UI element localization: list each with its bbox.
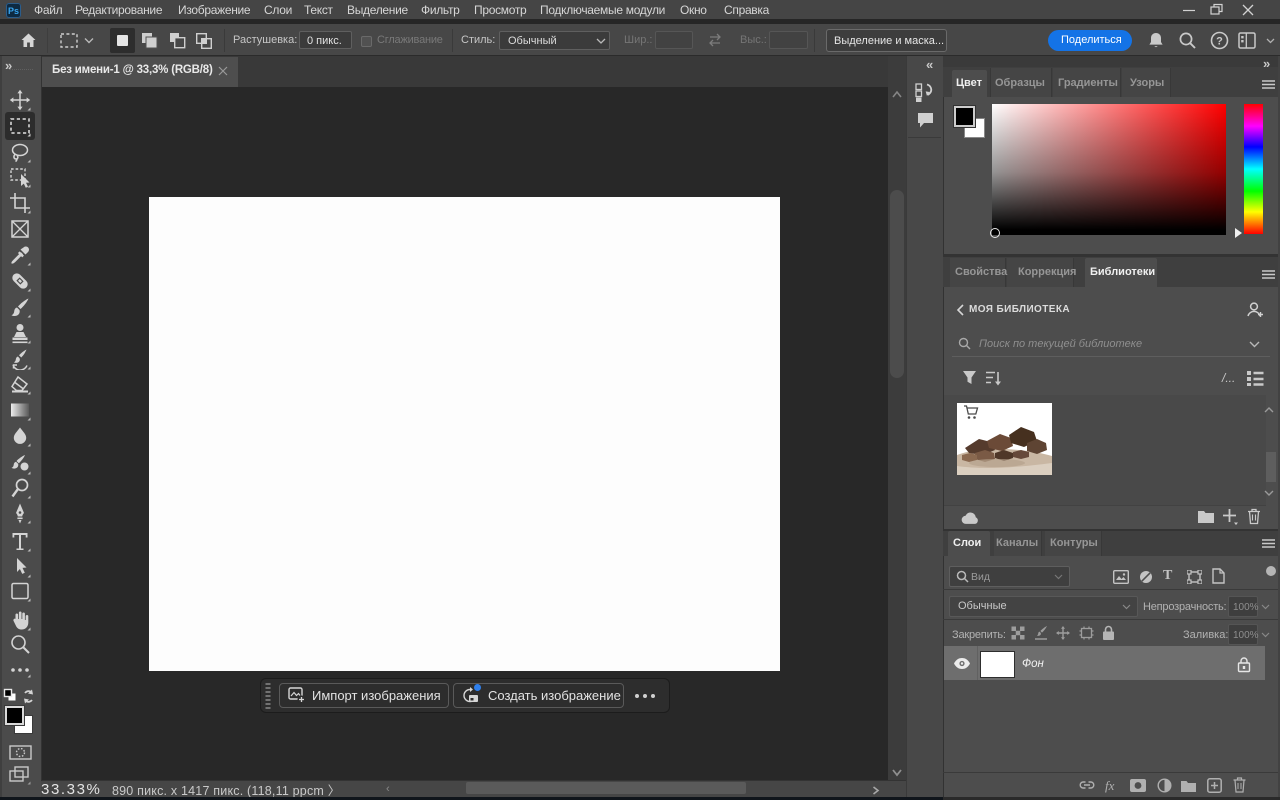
svg-text:?: ? xyxy=(1216,36,1223,48)
